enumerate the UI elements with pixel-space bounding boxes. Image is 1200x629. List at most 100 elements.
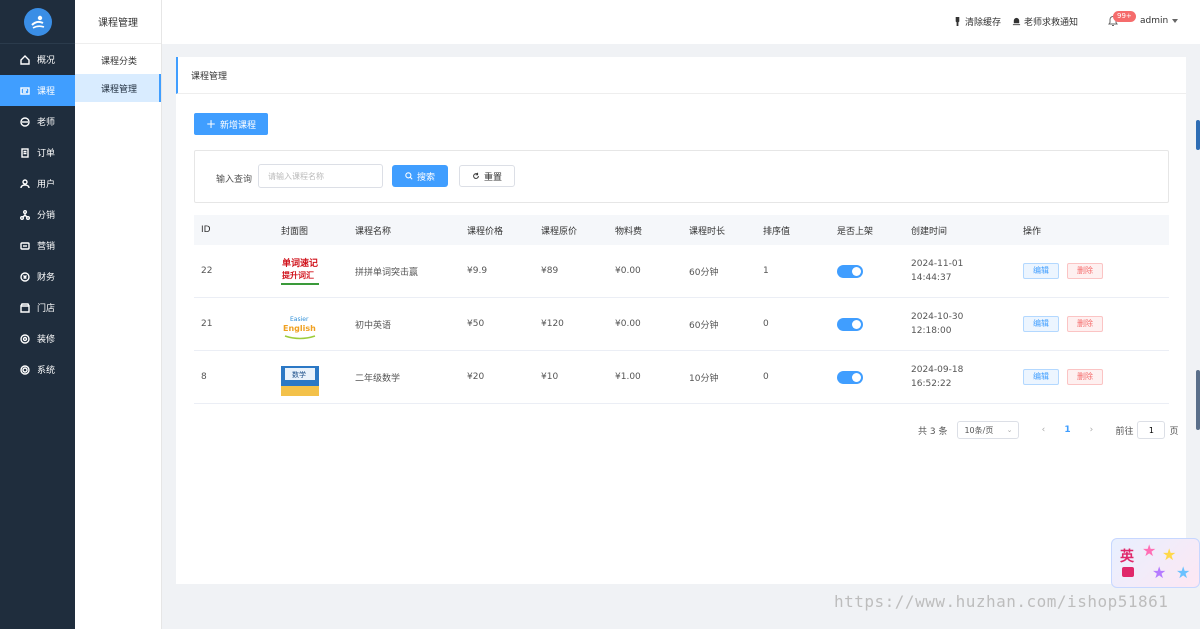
sidebar-item-label: 概况 bbox=[37, 56, 56, 66]
sidebar-item-marketing[interactable]: 营销 bbox=[0, 230, 75, 261]
chevron-down-icon: ⌄ bbox=[1006, 426, 1013, 434]
cell-original-price: ¥89 bbox=[541, 266, 559, 276]
sub-sidebar: 课程管理 课程分类 课程管理 bbox=[75, 0, 162, 629]
edit-button[interactable]: 编辑 bbox=[1023, 316, 1059, 332]
sidebar-item-user[interactable]: 用户 bbox=[0, 168, 75, 199]
cell-id: 8 bbox=[201, 372, 207, 382]
store-icon bbox=[19, 302, 31, 314]
cell-original-price: ¥10 bbox=[541, 372, 559, 382]
cell-name: 初中英语 bbox=[355, 320, 392, 331]
sidebar-item-course[interactable]: 课程 bbox=[0, 75, 75, 106]
marketing-icon bbox=[19, 240, 31, 252]
sidebar-item-home[interactable]: 概况 bbox=[0, 44, 75, 75]
search-icon bbox=[405, 172, 413, 180]
search-button[interactable]: 搜索 bbox=[392, 165, 448, 187]
page-title: 课程管理 bbox=[176, 57, 1186, 94]
col-id: ID bbox=[201, 225, 211, 235]
course-name-input[interactable] bbox=[258, 164, 383, 188]
goto-suffix: 页 bbox=[1169, 426, 1179, 437]
delete-button[interactable]: 删除 bbox=[1067, 263, 1103, 279]
sidebar-item-label: 订单 bbox=[37, 149, 56, 159]
cover-text-line-1: 单词速记 bbox=[282, 257, 318, 269]
cell-created: 2024-11-01 14:44:37 bbox=[904, 257, 1016, 285]
prev-page-icon[interactable]: ‹ bbox=[1033, 425, 1053, 435]
teacher-help-link[interactable]: 老师求救通知 bbox=[1012, 15, 1078, 28]
finance-icon bbox=[19, 271, 31, 283]
sidebar-item-label: 课程 bbox=[37, 87, 56, 97]
listed-toggle[interactable] bbox=[837, 264, 863, 278]
delete-button[interactable]: 删除 bbox=[1067, 316, 1103, 332]
sub-item-course-category[interactable]: 课程分类 bbox=[75, 46, 161, 74]
edit-button[interactable]: 编辑 bbox=[1023, 263, 1059, 279]
listed-toggle[interactable] bbox=[837, 370, 863, 384]
sub-item-course-management[interactable]: 课程管理 bbox=[75, 74, 161, 102]
created-time: 16:52:22 bbox=[911, 379, 952, 389]
cell-sort: 0 bbox=[763, 319, 769, 329]
col-sort: 排序值 bbox=[763, 226, 791, 237]
sidebar-item-settings[interactable]: 系统 bbox=[0, 354, 75, 385]
page-number-current[interactable]: 1 bbox=[1057, 425, 1077, 435]
cell-cover: 单词速记 提升词汇 bbox=[274, 252, 348, 290]
sidebar-item-label: 系统 bbox=[37, 366, 56, 376]
order-icon bbox=[19, 147, 31, 159]
created-date: 2024-10-30 bbox=[911, 312, 964, 322]
cover-image: 数学 bbox=[281, 358, 319, 396]
distribution-icon bbox=[19, 209, 31, 221]
col-original-price: 课程原价 bbox=[541, 226, 578, 237]
table-row: 8 数学 二年级数学 ¥20 ¥10 ¥1.00 10分钟 0 2024-09-… bbox=[194, 351, 1169, 404]
add-course-button[interactable]: + 新增课程 bbox=[194, 113, 268, 135]
cell-id: 22 bbox=[201, 266, 213, 276]
reset-button[interactable]: 重置 bbox=[459, 165, 515, 187]
star-icon: ★ bbox=[1162, 545, 1177, 564]
refresh-icon bbox=[473, 172, 479, 179]
floating-widget[interactable]: 英 ★ ★ ★ ★ bbox=[1111, 538, 1200, 588]
sub-sidebar-title: 课程管理 bbox=[75, 0, 161, 44]
goto-page-input[interactable] bbox=[1137, 421, 1166, 439]
sidebar-item-decorate[interactable]: 装修 bbox=[0, 323, 75, 354]
cover-text-line-1: Easier bbox=[290, 316, 309, 323]
sidebar-item-teacher[interactable]: 老师 bbox=[0, 106, 75, 137]
top-header: 清除缓存 老师求救通知 99+ admin bbox=[162, 0, 1200, 44]
sidebar-item-finance[interactable]: 财务 bbox=[0, 261, 75, 292]
cell-created: 2024-09-18 16:52:22 bbox=[904, 363, 1016, 391]
course-icon bbox=[19, 85, 31, 97]
main-sidebar: 概况课程老师订单用户分销 营销 财务 门店 装修系统 bbox=[0, 0, 75, 629]
reset-button-label: 重置 bbox=[483, 172, 502, 183]
cell-price: ¥20 bbox=[467, 372, 485, 382]
course-table: ID 封面图 课程名称 课程价格 课程原价 物料费 课程时长 排序值 是否上架 … bbox=[194, 215, 1169, 404]
add-course-label: 新增课程 bbox=[220, 120, 257, 131]
sidebar-item-label: 用户 bbox=[37, 180, 56, 190]
col-name: 课程名称 bbox=[355, 226, 392, 237]
edit-button[interactable]: 编辑 bbox=[1023, 369, 1059, 385]
col-duration: 课程时长 bbox=[689, 226, 726, 237]
user-menu[interactable]: admin bbox=[1140, 16, 1179, 26]
cell-name: 二年级数学 bbox=[355, 373, 401, 384]
created-date: 2024-09-18 bbox=[911, 365, 964, 375]
page-size-select[interactable]: 10条/页 ⌄ bbox=[957, 421, 1020, 439]
edge-marker bbox=[1196, 370, 1200, 430]
cell-cover: Easier English bbox=[274, 305, 348, 343]
search-button-label: 搜索 bbox=[416, 172, 435, 183]
cell-name: 拼拼单词突击赢 bbox=[355, 267, 419, 278]
cell-created: 2024-10-30 12:18:00 bbox=[904, 310, 1016, 338]
sidebar-item-order[interactable]: 订单 bbox=[0, 137, 75, 168]
cell-sort: 1 bbox=[763, 266, 769, 276]
cell-listed bbox=[830, 370, 904, 384]
cover-image: 单词速记 提升词汇 bbox=[281, 252, 319, 290]
main-card: 课程管理 + 新增课程 输入查询 搜索 重置 ID 封面图 课程名称 课程价格 … bbox=[176, 57, 1186, 584]
shirt-icon bbox=[1122, 567, 1134, 577]
delete-button[interactable]: 删除 bbox=[1067, 369, 1103, 385]
col-created: 创建时间 bbox=[911, 226, 948, 237]
cell-listed bbox=[830, 264, 904, 278]
sidebar-item-store[interactable]: 门店 bbox=[0, 292, 75, 323]
cover-text-line-1: 数学 bbox=[292, 370, 306, 379]
table-header: ID 封面图 课程名称 课程价格 课程原价 物料费 课程时长 排序值 是否上架 … bbox=[194, 215, 1169, 245]
clear-cache-link[interactable]: 清除缓存 bbox=[953, 15, 1001, 28]
cover-text-line-2: English bbox=[283, 324, 316, 333]
cell-id: 21 bbox=[201, 319, 213, 329]
next-page-icon[interactable]: › bbox=[1081, 425, 1101, 435]
cell-material-fee: ¥0.00 bbox=[615, 319, 641, 329]
listed-toggle[interactable] bbox=[837, 317, 863, 331]
logo[interactable] bbox=[0, 0, 75, 44]
sidebar-item-distribution[interactable]: 分销 bbox=[0, 199, 75, 230]
